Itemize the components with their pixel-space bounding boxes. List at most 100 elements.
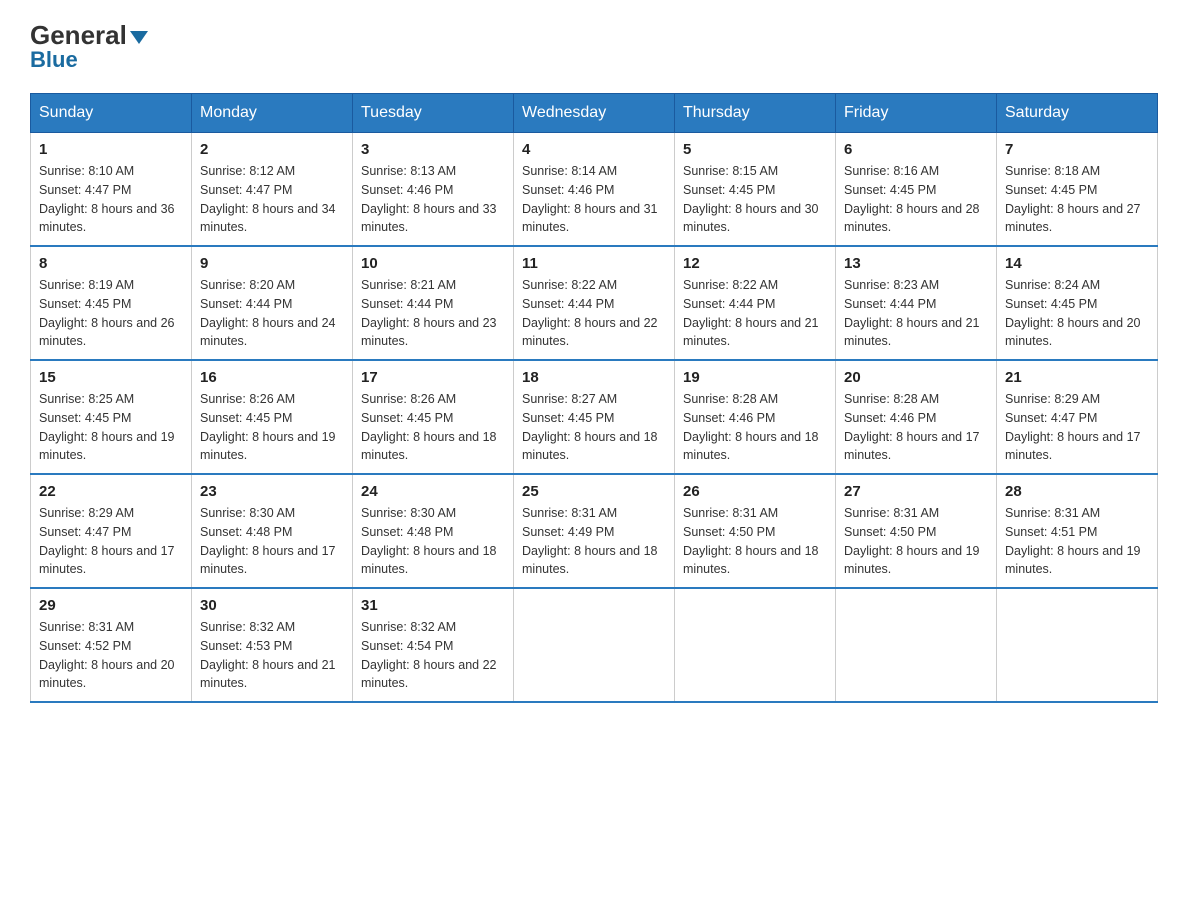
header-thursday: Thursday — [675, 94, 836, 133]
day-number: 24 — [361, 483, 505, 500]
day-info: Sunrise: 8:19 AMSunset: 4:45 PMDaylight:… — [39, 276, 183, 351]
calendar-cell — [514, 588, 675, 702]
day-number: 30 — [200, 597, 344, 614]
day-number: 6 — [844, 141, 988, 158]
day-info: Sunrise: 8:26 AMSunset: 4:45 PMDaylight:… — [200, 390, 344, 465]
day-info: Sunrise: 8:29 AMSunset: 4:47 PMDaylight:… — [39, 504, 183, 579]
day-info: Sunrise: 8:28 AMSunset: 4:46 PMDaylight:… — [683, 390, 827, 465]
day-info: Sunrise: 8:31 AMSunset: 4:50 PMDaylight:… — [683, 504, 827, 579]
day-number: 12 — [683, 255, 827, 272]
day-info: Sunrise: 8:29 AMSunset: 4:47 PMDaylight:… — [1005, 390, 1149, 465]
calendar-cell: 30 Sunrise: 8:32 AMSunset: 4:53 PMDaylig… — [192, 588, 353, 702]
day-number: 15 — [39, 369, 183, 386]
calendar-table: SundayMondayTuesdayWednesdayThursdayFrid… — [30, 93, 1158, 703]
calendar-cell: 19 Sunrise: 8:28 AMSunset: 4:46 PMDaylig… — [675, 360, 836, 474]
header-saturday: Saturday — [997, 94, 1158, 133]
calendar-cell: 31 Sunrise: 8:32 AMSunset: 4:54 PMDaylig… — [353, 588, 514, 702]
day-number: 26 — [683, 483, 827, 500]
day-info: Sunrise: 8:21 AMSunset: 4:44 PMDaylight:… — [361, 276, 505, 351]
day-number: 11 — [522, 255, 666, 272]
calendar-cell: 1 Sunrise: 8:10 AMSunset: 4:47 PMDayligh… — [31, 133, 192, 247]
day-number: 7 — [1005, 141, 1149, 158]
day-info: Sunrise: 8:32 AMSunset: 4:54 PMDaylight:… — [361, 618, 505, 693]
header-friday: Friday — [836, 94, 997, 133]
day-number: 10 — [361, 255, 505, 272]
calendar-week-row: 22 Sunrise: 8:29 AMSunset: 4:47 PMDaylig… — [31, 474, 1158, 588]
day-number: 3 — [361, 141, 505, 158]
day-number: 5 — [683, 141, 827, 158]
calendar-cell: 13 Sunrise: 8:23 AMSunset: 4:44 PMDaylig… — [836, 246, 997, 360]
header-monday: Monday — [192, 94, 353, 133]
calendar-cell: 21 Sunrise: 8:29 AMSunset: 4:47 PMDaylig… — [997, 360, 1158, 474]
calendar-cell: 11 Sunrise: 8:22 AMSunset: 4:44 PMDaylig… — [514, 246, 675, 360]
day-info: Sunrise: 8:31 AMSunset: 4:51 PMDaylight:… — [1005, 504, 1149, 579]
calendar-cell — [997, 588, 1158, 702]
header-sunday: Sunday — [31, 94, 192, 133]
calendar-cell: 20 Sunrise: 8:28 AMSunset: 4:46 PMDaylig… — [836, 360, 997, 474]
day-info: Sunrise: 8:13 AMSunset: 4:46 PMDaylight:… — [361, 162, 505, 237]
calendar-cell: 15 Sunrise: 8:25 AMSunset: 4:45 PMDaylig… — [31, 360, 192, 474]
calendar-cell: 23 Sunrise: 8:30 AMSunset: 4:48 PMDaylig… — [192, 474, 353, 588]
day-info: Sunrise: 8:23 AMSunset: 4:44 PMDaylight:… — [844, 276, 988, 351]
day-number: 22 — [39, 483, 183, 500]
calendar-cell: 18 Sunrise: 8:27 AMSunset: 4:45 PMDaylig… — [514, 360, 675, 474]
day-info: Sunrise: 8:15 AMSunset: 4:45 PMDaylight:… — [683, 162, 827, 237]
calendar-cell: 12 Sunrise: 8:22 AMSunset: 4:44 PMDaylig… — [675, 246, 836, 360]
page-header: General Blue — [30, 20, 1158, 73]
day-number: 27 — [844, 483, 988, 500]
day-info: Sunrise: 8:16 AMSunset: 4:45 PMDaylight:… — [844, 162, 988, 237]
day-info: Sunrise: 8:14 AMSunset: 4:46 PMDaylight:… — [522, 162, 666, 237]
day-info: Sunrise: 8:31 AMSunset: 4:52 PMDaylight:… — [39, 618, 183, 693]
calendar-cell: 8 Sunrise: 8:19 AMSunset: 4:45 PMDayligh… — [31, 246, 192, 360]
day-number: 2 — [200, 141, 344, 158]
calendar-cell — [836, 588, 997, 702]
day-number: 17 — [361, 369, 505, 386]
day-number: 23 — [200, 483, 344, 500]
day-info: Sunrise: 8:28 AMSunset: 4:46 PMDaylight:… — [844, 390, 988, 465]
calendar-cell: 27 Sunrise: 8:31 AMSunset: 4:50 PMDaylig… — [836, 474, 997, 588]
day-info: Sunrise: 8:30 AMSunset: 4:48 PMDaylight:… — [361, 504, 505, 579]
day-info: Sunrise: 8:12 AMSunset: 4:47 PMDaylight:… — [200, 162, 344, 237]
logo: General Blue — [30, 20, 149, 73]
day-number: 13 — [844, 255, 988, 272]
calendar-cell: 16 Sunrise: 8:26 AMSunset: 4:45 PMDaylig… — [192, 360, 353, 474]
day-number: 28 — [1005, 483, 1149, 500]
calendar-cell: 26 Sunrise: 8:31 AMSunset: 4:50 PMDaylig… — [675, 474, 836, 588]
logo-arrow-icon — [130, 31, 148, 44]
day-number: 21 — [1005, 369, 1149, 386]
calendar-cell: 9 Sunrise: 8:20 AMSunset: 4:44 PMDayligh… — [192, 246, 353, 360]
calendar-cell: 2 Sunrise: 8:12 AMSunset: 4:47 PMDayligh… — [192, 133, 353, 247]
day-info: Sunrise: 8:22 AMSunset: 4:44 PMDaylight:… — [683, 276, 827, 351]
calendar-cell: 29 Sunrise: 8:31 AMSunset: 4:52 PMDaylig… — [31, 588, 192, 702]
day-info: Sunrise: 8:31 AMSunset: 4:49 PMDaylight:… — [522, 504, 666, 579]
day-number: 29 — [39, 597, 183, 614]
calendar-cell: 22 Sunrise: 8:29 AMSunset: 4:47 PMDaylig… — [31, 474, 192, 588]
calendar-cell: 14 Sunrise: 8:24 AMSunset: 4:45 PMDaylig… — [997, 246, 1158, 360]
calendar-week-row: 1 Sunrise: 8:10 AMSunset: 4:47 PMDayligh… — [31, 133, 1158, 247]
calendar-cell: 17 Sunrise: 8:26 AMSunset: 4:45 PMDaylig… — [353, 360, 514, 474]
day-number: 9 — [200, 255, 344, 272]
calendar-week-row: 29 Sunrise: 8:31 AMSunset: 4:52 PMDaylig… — [31, 588, 1158, 702]
day-number: 31 — [361, 597, 505, 614]
calendar-cell: 4 Sunrise: 8:14 AMSunset: 4:46 PMDayligh… — [514, 133, 675, 247]
logo-blue-text: Blue — [30, 47, 78, 73]
calendar-cell — [675, 588, 836, 702]
day-info: Sunrise: 8:32 AMSunset: 4:53 PMDaylight:… — [200, 618, 344, 693]
calendar-cell: 5 Sunrise: 8:15 AMSunset: 4:45 PMDayligh… — [675, 133, 836, 247]
header-tuesday: Tuesday — [353, 94, 514, 133]
calendar-week-row: 8 Sunrise: 8:19 AMSunset: 4:45 PMDayligh… — [31, 246, 1158, 360]
day-info: Sunrise: 8:27 AMSunset: 4:45 PMDaylight:… — [522, 390, 666, 465]
day-number: 16 — [200, 369, 344, 386]
calendar-cell: 3 Sunrise: 8:13 AMSunset: 4:46 PMDayligh… — [353, 133, 514, 247]
day-number: 20 — [844, 369, 988, 386]
day-number: 1 — [39, 141, 183, 158]
day-number: 18 — [522, 369, 666, 386]
day-number: 19 — [683, 369, 827, 386]
calendar-cell: 7 Sunrise: 8:18 AMSunset: 4:45 PMDayligh… — [997, 133, 1158, 247]
day-info: Sunrise: 8:26 AMSunset: 4:45 PMDaylight:… — [361, 390, 505, 465]
day-number: 25 — [522, 483, 666, 500]
day-info: Sunrise: 8:10 AMSunset: 4:47 PMDaylight:… — [39, 162, 183, 237]
day-info: Sunrise: 8:18 AMSunset: 4:45 PMDaylight:… — [1005, 162, 1149, 237]
calendar-cell: 24 Sunrise: 8:30 AMSunset: 4:48 PMDaylig… — [353, 474, 514, 588]
calendar-cell: 25 Sunrise: 8:31 AMSunset: 4:49 PMDaylig… — [514, 474, 675, 588]
